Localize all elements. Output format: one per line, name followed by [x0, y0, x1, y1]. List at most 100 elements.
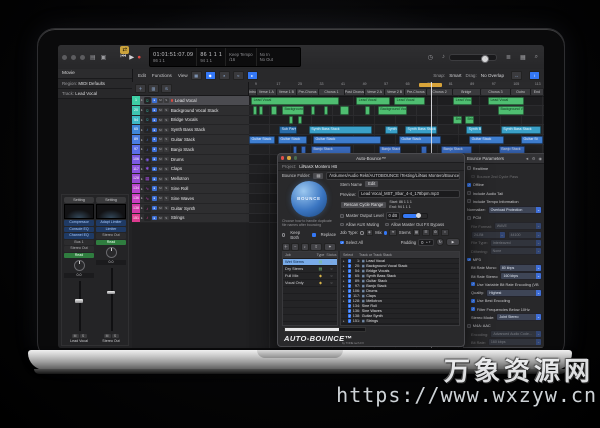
param-row[interactable]: Include Audio Tail [464, 189, 544, 197]
preview-field[interactable]: Lead Vocal_MST_8bar_4-4_178bpm.mp3 [358, 190, 460, 199]
region-lead-vocal[interactable]: Lead Vocal [453, 96, 472, 105]
region-guitar-stack[interactable]: Guitar Stack [277, 135, 307, 144]
param-row[interactable]: Bounce 2nd Cycle Pass [464, 172, 544, 180]
region-background-vocal-stack[interactable]: Background Vocal Stack [377, 106, 407, 115]
marker[interactable]: Verse 1 A [256, 89, 277, 95]
param-dropdown[interactable]: 24-Bit ⌄ [471, 230, 506, 239]
select-all-checkbox[interactable]: ✓ [340, 240, 344, 245]
solo-button[interactable]: S [163, 156, 169, 162]
solo-button[interactable]: S [163, 196, 169, 201]
rewind-button[interactable]: ⏮ [120, 53, 126, 61]
track-select-checkbox[interactable]: ✓ [347, 319, 351, 323]
param-row[interactable]: Bit Rate Mono: 80 kbps ⌄ [464, 263, 544, 272]
view-menu[interactable]: View [178, 73, 188, 78]
marker[interactable]: Post Chorus [344, 89, 365, 95]
solo-button[interactable]: S [163, 205, 169, 211]
input-monitor-icon[interactable]: ● [151, 176, 157, 182]
channel-strip[interactable]: Setting Compressor Console EQ Channel EQ Bus… [64, 197, 94, 343]
search-icon[interactable]: ⌕ [535, 54, 538, 61]
param-row[interactable]: Quality: Highest ⌄ [464, 288, 544, 297]
region-synth-bass-stack[interactable]: Synth Bass Stack [405, 125, 437, 135]
marker[interactable]: Chorus 3 [480, 89, 512, 95]
track-select-checkbox[interactable]: ✓ [347, 279, 351, 283]
volume-knob[interactable] [481, 54, 490, 63]
pan-knob[interactable] [105, 247, 117, 258]
param-checkbox[interactable]: ✓ [471, 282, 475, 287]
tools-option-icon[interactable]: ⌗ [441, 229, 449, 237]
automation-toggle-icon[interactable]: ◆ [204, 71, 216, 80]
region-synth-bass-stack[interactable]: Synth Bass Stack [500, 125, 542, 135]
track-header[interactable]: 151 ▸ ♪ ● M S Strings [132, 213, 249, 224]
preview-audio-button[interactable]: ♪ [300, 242, 309, 251]
marker[interactable]: Outro [511, 89, 531, 95]
send-slot[interactable]: Bus 1 [64, 239, 94, 245]
drag-value[interactable]: No Overlap [481, 73, 504, 78]
param-checkbox[interactable] [467, 191, 471, 195]
flex-tool-icon[interactable]: ≈ [232, 71, 244, 80]
input-monitor-icon[interactable]: ● [151, 147, 157, 152]
replace-radio[interactable] [312, 232, 316, 237]
region-inspector[interactable]: Region: MIDI Defaults [58, 79, 132, 89]
region-synth-bass-stack[interactable]: Synth Bass Stack [308, 125, 372, 135]
add-job-button[interactable]: ＋ [282, 242, 290, 251]
solo-button[interactable]: S [111, 333, 119, 338]
input-monitor-icon[interactable]: ● [151, 215, 157, 221]
param-dropdown[interactable]: Advanced Audio Code… ⌄ [490, 330, 542, 339]
master-output-value[interactable]: 0 dB [385, 211, 401, 220]
record-arm-icon[interactable] [170, 99, 174, 102]
browser-icon[interactable]: ▦ [520, 54, 526, 61]
solo-button[interactable]: S [163, 186, 169, 191]
region-bridge-voc[interactable]: Bridge Voc [453, 116, 463, 125]
rescan-cycle-button[interactable]: Rescan Cycle Range [340, 201, 388, 210]
param-checkbox[interactable] [467, 216, 471, 220]
marker[interactable]: Verse 1 B [276, 89, 297, 95]
plugin-slot[interactable]: Console EQ [64, 226, 94, 232]
solo-button[interactable]: S [163, 176, 169, 182]
disclosure-icon[interactable]: ▸ [141, 108, 143, 112]
input-monitor-icon[interactable]: ● [151, 156, 157, 162]
track-select-checkbox[interactable]: ✓ [347, 264, 351, 268]
lcd-display[interactable]: 01:01:51:07.09 86 1 1 86 1 1 1 94 1 1 Ke… [149, 47, 302, 67]
mute-button[interactable]: M [157, 156, 163, 162]
param-row[interactable]: 24-Bit ⌄ 44100 ⌄ [464, 230, 544, 239]
input-monitor-icon[interactable]: ● [151, 107, 157, 113]
add-track-icon[interactable]: ＋ [135, 84, 146, 93]
param-row[interactable]: Encoding: Advanced Audio Code… ⌄ [464, 330, 544, 339]
param-dropdown[interactable]: Overload Protection ⌄ [487, 205, 542, 214]
master-output-checkbox[interactable] [340, 214, 344, 218]
fx-bypass-checkbox[interactable] [385, 222, 389, 227]
param-row[interactable]: File Type: Interleaved ⌄ [464, 238, 544, 247]
remove-job-button[interactable]: − [291, 242, 300, 251]
param-checkbox[interactable]: ✓ [467, 257, 471, 262]
param-row[interactable]: ✓ Use Variable Bit Rate Encoding (VB [464, 280, 544, 288]
input-monitor-icon[interactable]: ● [151, 98, 157, 103]
track-header[interactable]: 106 ▸ ◉ ● M S Drums [132, 154, 249, 165]
mute-button[interactable]: M [157, 205, 163, 211]
region-synth-ba[interactable]: Synth Ba [384, 125, 398, 135]
mute-button[interactable]: M [157, 196, 163, 201]
edit-menu[interactable]: Edit [138, 73, 146, 78]
param-row[interactable]: File Format: WAVE ⌄ [464, 222, 544, 231]
plugin-slot[interactable]: Channel EQ [64, 233, 94, 239]
automation-read-button[interactable]: Read [64, 252, 94, 258]
param-dropdown[interactable]: 80 kbps ⌄ [498, 263, 542, 272]
automation-read-button[interactable]: Read [96, 239, 126, 245]
region-guitar-st[interactable]: Guitar St [520, 135, 544, 144]
region-clip[interactable] [364, 106, 370, 115]
grid-option-icon[interactable]: ▦ [412, 229, 421, 237]
region-lead-vocal[interactable]: Lead Vocal [487, 96, 524, 105]
param-checkbox[interactable] [471, 174, 475, 179]
track-select-checkbox[interactable]: ✓ [347, 314, 351, 318]
param-row[interactable]: Realtime [464, 164, 544, 172]
job-row[interactable]: Full Mix ◆ ○ [283, 273, 337, 280]
param-checkbox[interactable] [467, 199, 471, 204]
volume-fader[interactable] [64, 279, 94, 333]
input-monitor-icon[interactable]: ● [151, 137, 157, 142]
cycle-button[interactable]: ⇄ [120, 45, 129, 54]
track-inspector[interactable]: Track: Lead Vocal [58, 89, 132, 99]
region-guitar-stack[interactable]: Guitar Stack [313, 135, 382, 144]
solo-button[interactable]: S [79, 333, 87, 338]
track-select-checkbox[interactable]: ✓ [347, 304, 351, 308]
input-monitor-icon[interactable]: ● [151, 205, 157, 211]
param-checkbox[interactable]: ✓ [467, 182, 471, 187]
